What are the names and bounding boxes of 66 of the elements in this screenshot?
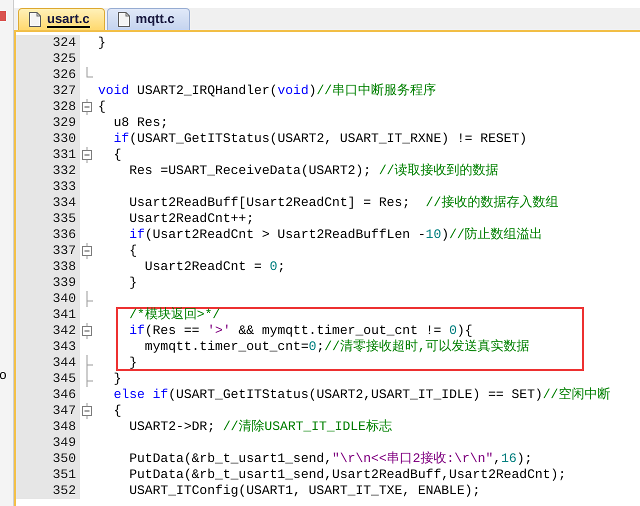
line-number: 352: [16, 483, 80, 499]
line-number: 344: [16, 355, 80, 371]
collapse-icon[interactable]: [80, 243, 94, 259]
code-line: {: [112, 147, 122, 163]
line-number: 336: [16, 227, 80, 243]
line-number: 340: [16, 291, 80, 307]
code-line: }: [112, 371, 122, 387]
code-line: if(USART_GetITStatus(USART2, USART_IT_RXNE) != RESET): [112, 131, 528, 147]
line-number: 343: [16, 339, 80, 355]
file-tab[interactable]: usart.c: [18, 8, 105, 30]
line-number: 348: [16, 419, 80, 435]
code-line: void USART2_IRQHandler(void)//串口中断服务程序: [97, 83, 436, 99]
line-number: 350: [16, 451, 80, 467]
line-number: 327: [16, 83, 80, 99]
line-number: 345: [16, 371, 80, 387]
line-number: 329: [16, 115, 80, 131]
code-line: {: [112, 403, 122, 419]
line-number: 331: [16, 147, 80, 163]
panel-text: o: [0, 368, 8, 383]
code-line: Usart2ReadCnt++;: [128, 211, 254, 227]
code-line: if(Res == '>' && mymqtt.timer_out_cnt != 0){: [128, 323, 474, 339]
line-number: 328: [16, 99, 80, 115]
line-number: 325: [16, 51, 80, 67]
line-number: 324: [16, 35, 80, 51]
code-line: /*模块返回>*/: [128, 307, 222, 323]
code-line: mymqtt.timer_out_cnt=0;//清零接收超时,可以发送真实数据: [144, 339, 531, 355]
code-line: }: [128, 355, 138, 371]
file-tab[interactable]: mqtt.c: [106, 8, 190, 30]
code-line: USART_ITConfig(USART1, USART_IT_TXE, ENABLE);: [128, 483, 480, 499]
line-number: 334: [16, 195, 80, 211]
file-icon: [29, 12, 41, 27]
code-line: PutData(&rb_t_usart1_send,Usart2ReadBuff,Usart2ReadCnt);: [128, 467, 566, 483]
line-number: 342: [16, 323, 80, 339]
line-number: 326: [16, 67, 80, 83]
collapse-icon[interactable]: [80, 147, 94, 163]
code-line: u8 Res;: [112, 115, 168, 131]
file-icon: [118, 12, 130, 27]
code-line: USART2->DR; //清除USART_IT_IDLE标志: [128, 419, 392, 435]
collapse-icon[interactable]: [80, 99, 94, 115]
line-number: 337: [16, 243, 80, 259]
code-line: }: [128, 275, 138, 291]
line-number: 351: [16, 467, 80, 483]
code-line: PutData(&rb_t_usart1_send,"\r\n<<串口2接收:\r\n",16);: [128, 451, 532, 467]
line-number: 332: [16, 163, 80, 179]
line-number: 341: [16, 307, 80, 323]
line-number: 330: [16, 131, 80, 147]
line-number: 339: [16, 275, 80, 291]
square-icon: [0, 11, 6, 21]
code-line: {: [97, 99, 106, 115]
line-number: 338: [16, 259, 80, 275]
collapse-icon[interactable]: [80, 323, 94, 339]
code-line: {: [128, 243, 138, 259]
code-line: Res =USART_ReceiveData(USART2); //读取接收到的数据: [128, 163, 498, 179]
line-number: 347: [16, 403, 80, 419]
line-number: 349: [16, 435, 80, 451]
line-number: 335: [16, 211, 80, 227]
code-line: Usart2ReadCnt = 0;: [144, 259, 286, 275]
collapse-icon[interactable]: [80, 403, 94, 419]
fold-end-line: [86, 67, 93, 78]
code-line: }: [97, 35, 106, 51]
code-line: else if(USART_GetITStatus(USART2,USART_IT_IDLE) == SET)//空闲中断: [112, 387, 610, 403]
line-number: 346: [16, 387, 80, 403]
code-line: Usart2ReadBuff[Usart2ReadCnt] = Res; //接收的数据存入数组: [128, 195, 558, 211]
fold-end-line: [86, 291, 93, 307]
code-line: if(Usart2ReadCnt > Usart2ReadBuffLen -10)//防止数组溢出: [128, 227, 543, 243]
line-number: 333: [16, 179, 80, 195]
